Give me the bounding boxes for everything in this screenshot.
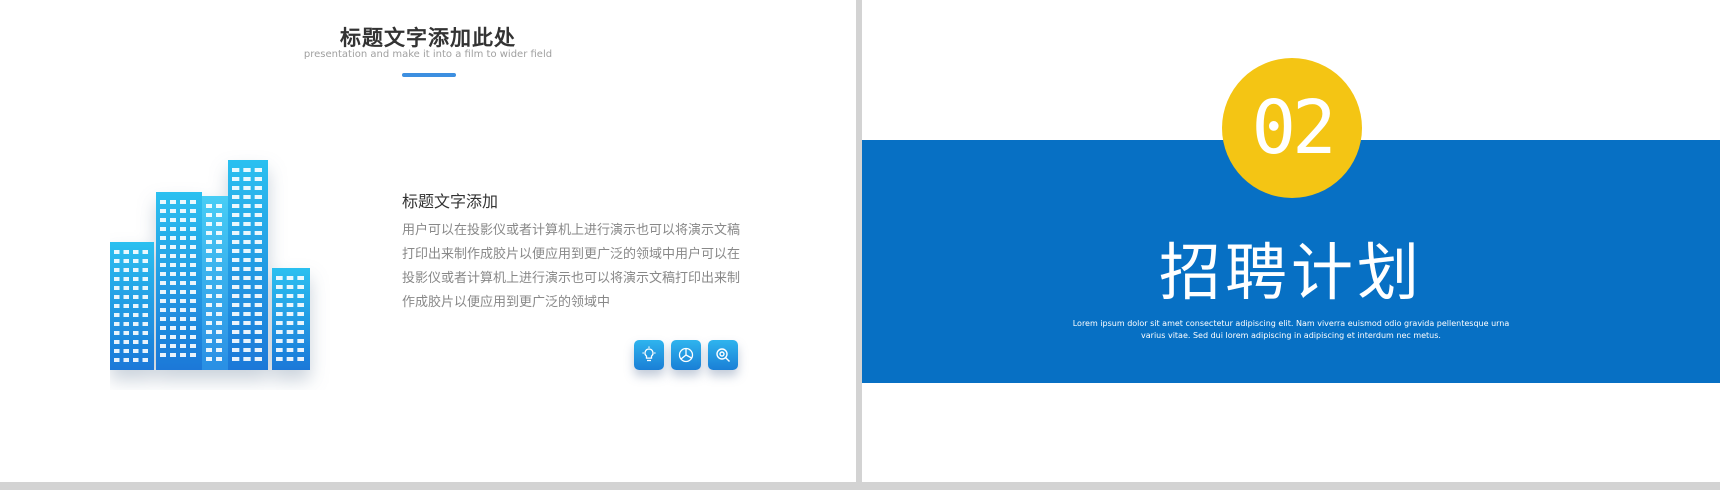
slide-title: 标题文字添加此处 <box>340 26 516 50</box>
section-number-badge: 02 <box>1222 58 1362 198</box>
search-icon[interactable] <box>708 340 738 370</box>
title-underline <box>402 73 456 77</box>
section-body: 用户可以在投影仪或者计算机上进行演示也可以将演示文稿打印出来制作成胶片以便应用到… <box>402 223 741 310</box>
icon-row <box>634 340 738 370</box>
section-heading: 招聘计划 <box>1158 236 1423 309</box>
slide-subtitle: presentation and make it into a film to … <box>303 49 553 60</box>
section-title: 标题文字添加 <box>402 192 499 211</box>
chart-icon[interactable] <box>671 340 701 370</box>
lightbulb-icon[interactable] <box>634 340 664 370</box>
slide-left: 标题文字添加此处 presentation and make it into a… <box>0 0 856 482</box>
slide-right: 02 招聘计划 Lorem ipsum dolor sit amet conse… <box>862 0 1720 482</box>
section-description: Lorem ipsum dolor sit amet consectetur a… <box>1072 319 1510 340</box>
buildings-icon <box>110 160 310 370</box>
